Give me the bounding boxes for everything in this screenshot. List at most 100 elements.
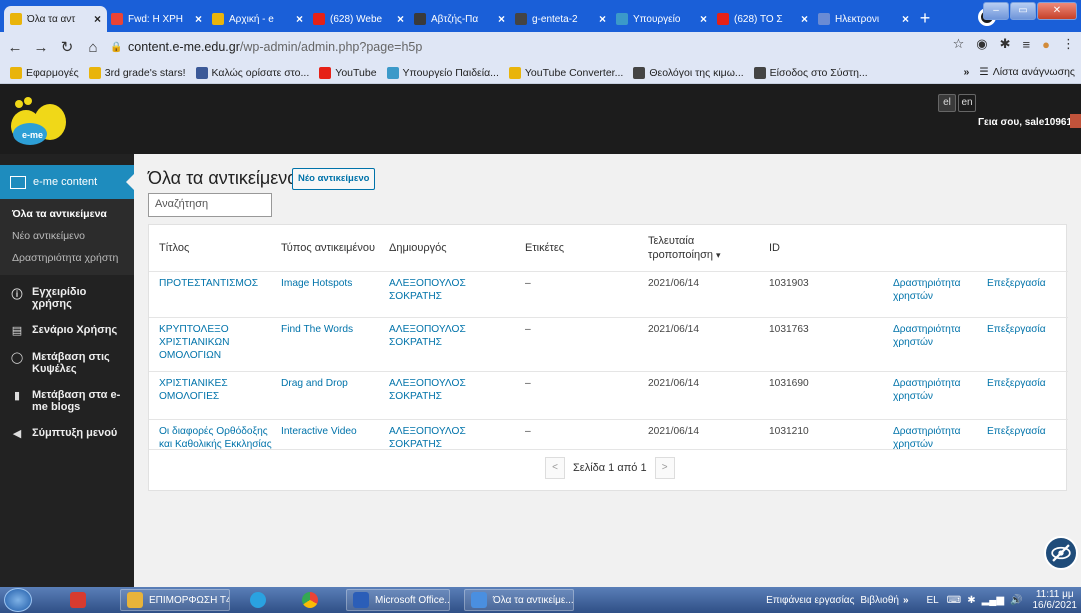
browser-tab[interactable]: Fwd: Η ΧΡΗ × [105, 6, 208, 32]
browser-tab[interactable]: g-enteta-2 × [509, 6, 612, 32]
input-language[interactable]: EL [927, 595, 939, 606]
tab-close-icon[interactable]: × [195, 12, 202, 26]
item-author-link[interactable]: ΑΛΕΞΟΠΟΥΛΟΣ ΣΟΚΡΑΤΗΣ [389, 377, 466, 403]
item-type[interactable]: Interactive Video [281, 425, 357, 438]
reload-icon[interactable]: ↻ [56, 38, 78, 56]
taskbar-window-button[interactable]: Όλα τα αντικείμε... [464, 589, 574, 611]
search-input[interactable]: Αναζήτηση [148, 193, 272, 217]
item-title-link[interactable]: ΚΡΥΠΤΟΛΕΞΟ ΧΡΙΣΤΙΑΝΙΚΩΝ ΟΜΟΛΟΓΙΩΝ [159, 323, 230, 362]
reading-list-label[interactable]: Λίστα ανάγνωσης [993, 66, 1075, 78]
item-author-link[interactable]: ΑΛΕΞΟΠΟΥΛΟΣ ΣΟΚΡΑΤΗΣ [389, 323, 466, 349]
keyboard-icon[interactable]: ⌨ [947, 595, 961, 606]
sidebar-item[interactable]: ⓘ Εγχειρίδιο χρήσης [0, 279, 134, 317]
reading-list-icon[interactable]: ☰ [979, 66, 988, 78]
browser-tab[interactable]: Όλα τα αντ × [4, 6, 107, 32]
user-activity-link[interactable]: Δραστηριότητα χρηστών [893, 277, 961, 303]
tab-close-icon[interactable]: × [902, 12, 909, 26]
taskbar-window-button[interactable]: ΕΠΙΜΟΡΦΩΣΗ Τ4Ε [120, 589, 230, 611]
extensions-puzzle-icon[interactable]: ✱ [1000, 36, 1011, 52]
next-page-button[interactable]: > [654, 457, 675, 479]
user-activity-link[interactable]: Δραστηριότητα χρηστών [893, 425, 961, 451]
tab-close-icon[interactable]: × [498, 12, 505, 26]
lock-icon[interactable]: 🔒 [110, 42, 122, 53]
tab-close-icon[interactable]: × [801, 12, 808, 26]
accessibility-eye-icon[interactable] [1044, 536, 1078, 570]
bookmark-item[interactable]: 3rd grade's stars! [88, 66, 186, 79]
reading-mode-icon[interactable]: ≡ [1023, 37, 1031, 52]
taskbar-pinned-app[interactable] [64, 589, 98, 611]
bookmark-item[interactable]: YouTube [319, 66, 377, 79]
taskbar-skype[interactable] [244, 589, 278, 611]
sidebar-item[interactable]: ◀ Σύμπτυξη μενού [0, 420, 134, 447]
library-toolbar-label[interactable]: Βιβλιοθή [860, 595, 899, 606]
item-title-link[interactable]: Οι διαφορές Ορθόδοξης και Καθολικής Εκκλη… [159, 425, 272, 451]
browser-tab[interactable]: (628) ΤΟ Σ × [711, 6, 814, 32]
minimize-button[interactable]: – [983, 2, 1009, 20]
close-window-button[interactable]: ✕ [1037, 2, 1077, 20]
sidebar-item[interactable]: ◯ Μετάβαση στις Κυψέλες [0, 344, 134, 382]
column-header-id[interactable]: ID [769, 225, 780, 271]
volume-icon[interactable]: 🔊 [1010, 595, 1022, 606]
network-icon[interactable]: ▂▄▆ [982, 595, 1004, 606]
browser-menu-icon[interactable]: ⋮ [1062, 36, 1075, 52]
sidebar-item-e-me-content[interactable]: e-me content [0, 165, 134, 199]
item-title-link[interactable]: ΧΡΙΣΤΙΑΝΙΚΕΣ ΟΜΟΛΟΓΙΕΣ [159, 377, 228, 403]
browser-tab[interactable]: Υπουργείο × [610, 6, 713, 32]
language-el-button[interactable]: el [938, 94, 956, 112]
edit-link[interactable]: Επεξεργασία [987, 277, 1046, 290]
bookmarks-overflow-icon[interactable]: » [963, 66, 969, 78]
prev-page-button[interactable]: < [545, 457, 565, 479]
browser-tab[interactable]: Αρχική - e × [206, 6, 309, 32]
user-greeting[interactable]: Γεια σου, sale109611 [978, 117, 1077, 128]
column-header-modified[interactable]: Τελευταία τροποποίηση ▾ [648, 225, 721, 271]
column-header-title[interactable]: Τίτλος [159, 225, 189, 271]
bookmark-item[interactable]: Είσοδος στο Σύστη... [753, 66, 868, 79]
edit-link[interactable]: Επεξεργασία [987, 425, 1046, 438]
tab-close-icon[interactable]: × [599, 12, 606, 26]
language-en-button[interactable]: en [958, 94, 976, 112]
sidebar-subitem[interactable]: Νέο αντικείμενο [0, 225, 134, 247]
sort-arrow-icon[interactable]: ▾ [716, 250, 721, 260]
sidebar-subitem[interactable]: Όλα τα αντικείμενα [0, 203, 134, 225]
item-title-link[interactable]: ΠΡΟΤΕΣΤΑΝΤΙΣΜΟΣ [159, 277, 258, 290]
back-icon[interactable]: ← [4, 39, 26, 56]
browser-tab[interactable]: Ηλεκτρονι × [812, 6, 915, 32]
tab-close-icon[interactable]: × [700, 12, 707, 26]
bookmark-item[interactable]: Καλώς ορίσατε στο... [195, 66, 309, 79]
tab-close-icon[interactable]: × [397, 12, 404, 26]
extension-icon[interactable]: ◉ [976, 36, 987, 52]
edit-link[interactable]: Επεξεργασία [987, 323, 1046, 336]
sidebar-item[interactable]: ▮ Μετάβαση στα e-me blogs [0, 382, 134, 420]
address-bar[interactable]: 🔒 content.e-me.edu.gr/wp-admin/admin.php… [98, 35, 948, 59]
item-author-link[interactable]: ΑΛΕΞΟΠΟΥΛΟΣ ΣΟΚΡΑΤΗΣ [389, 425, 466, 451]
bookmark-star-icon[interactable]: ☆ [953, 36, 965, 52]
browser-tab[interactable]: Αβτζής-Πα × [408, 6, 511, 32]
item-type[interactable]: Drag and Drop [281, 377, 348, 390]
item-type[interactable]: Find The Words [281, 323, 353, 336]
tab-close-icon[interactable]: × [296, 12, 303, 26]
forward-icon[interactable]: → [30, 39, 52, 56]
bookmark-item[interactable]: Θεολόγοι της κιμω... [633, 66, 744, 79]
clock[interactable]: 11:11 μμ 16/6/2021 [1033, 589, 1078, 611]
desktop-toolbar-label[interactable]: Επιφάνεια εργασίας [766, 595, 854, 606]
toolbar-overflow-icon[interactable]: » [903, 595, 909, 606]
item-type[interactable]: Image Hotspots [281, 277, 352, 290]
start-button[interactable] [4, 588, 32, 612]
tab-close-icon[interactable]: × [94, 12, 101, 26]
column-header-author[interactable]: Δημιουργός [389, 225, 447, 271]
bookmark-item[interactable]: Υπουργείο Παιδεία... [386, 66, 499, 79]
browser-tab[interactable]: (628) Webe × [307, 6, 410, 32]
avatar[interactable] [1070, 114, 1081, 128]
bookmark-item[interactable]: Εφαρμογές [10, 66, 79, 79]
new-tab-button[interactable]: + [914, 8, 936, 30]
edit-link[interactable]: Επεξεργασία [987, 377, 1046, 390]
profile-avatar-icon[interactable]: ● [1042, 37, 1050, 52]
taskbar-window-button[interactable]: Microsoft Office... [346, 589, 450, 611]
item-author-link[interactable]: ΑΛΕΞΟΠΟΥΛΟΣ ΣΟΚΡΑΤΗΣ [389, 277, 466, 303]
taskbar-chrome[interactable] [296, 589, 330, 611]
maximize-button[interactable]: ▭ [1010, 2, 1036, 20]
column-header-type[interactable]: Τύπος αντικειμένου [281, 225, 375, 271]
e-me-logo[interactable]: e-me [8, 90, 70, 150]
sidebar-item[interactable]: ▤ Σενάριο Χρήσης [0, 317, 134, 344]
sidebar-subitem[interactable]: Δραστηριότητα χρήστη [0, 247, 134, 269]
